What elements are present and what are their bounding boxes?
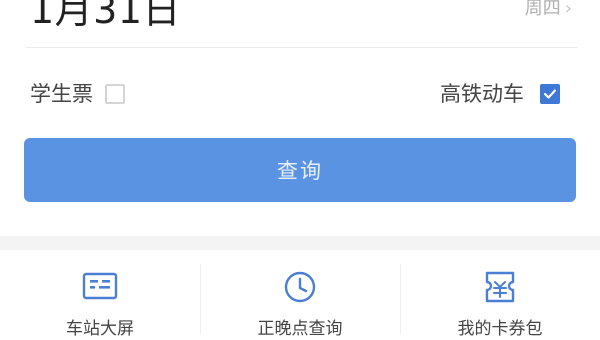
divider	[26, 47, 578, 48]
nav-label-delay-query: 正晚点查询	[257, 319, 343, 339]
search-card: 1月31日 周四 › 学生票 高铁动车 查询	[0, 0, 600, 236]
nav-item-delay-query[interactable]: 正晚点查询	[200, 250, 400, 340]
nav-label-coupon-wallet: 我的卡券包	[457, 319, 543, 339]
student-ticket-checkbox[interactable]	[105, 84, 125, 104]
station-screen-icon	[82, 270, 118, 304]
highspeed-option[interactable]: 高铁动车	[440, 80, 560, 108]
date-row[interactable]: 1月31日 周四 ›	[22, 0, 578, 42]
checkmark-icon	[543, 89, 557, 99]
student-ticket-option[interactable]: 学生票	[30, 80, 125, 108]
section-separator	[0, 236, 600, 250]
weekday-selector[interactable]: 周四 ›	[525, 0, 572, 20]
clock-icon	[282, 270, 318, 304]
travel-date[interactable]: 1月31日	[30, 0, 181, 34]
quick-actions-bar: 车站大屏 正晚点查询 我的卡券包	[0, 250, 600, 340]
student-ticket-label: 学生票	[30, 82, 93, 106]
query-button[interactable]: 查询	[24, 138, 576, 202]
nav-label-station-screen: 车站大屏	[66, 319, 134, 339]
nav-item-coupon-wallet[interactable]: 我的卡券包	[400, 250, 600, 340]
query-button-label: 查询	[277, 159, 323, 183]
chevron-right-icon: ›	[564, 0, 572, 19]
highspeed-label: 高铁动车	[440, 82, 524, 106]
weekday-label: 周四	[524, 0, 561, 19]
nav-item-station-screen[interactable]: 车站大屏	[0, 250, 200, 340]
ticket-icon	[482, 270, 518, 304]
highspeed-checkbox[interactable]	[540, 84, 560, 104]
